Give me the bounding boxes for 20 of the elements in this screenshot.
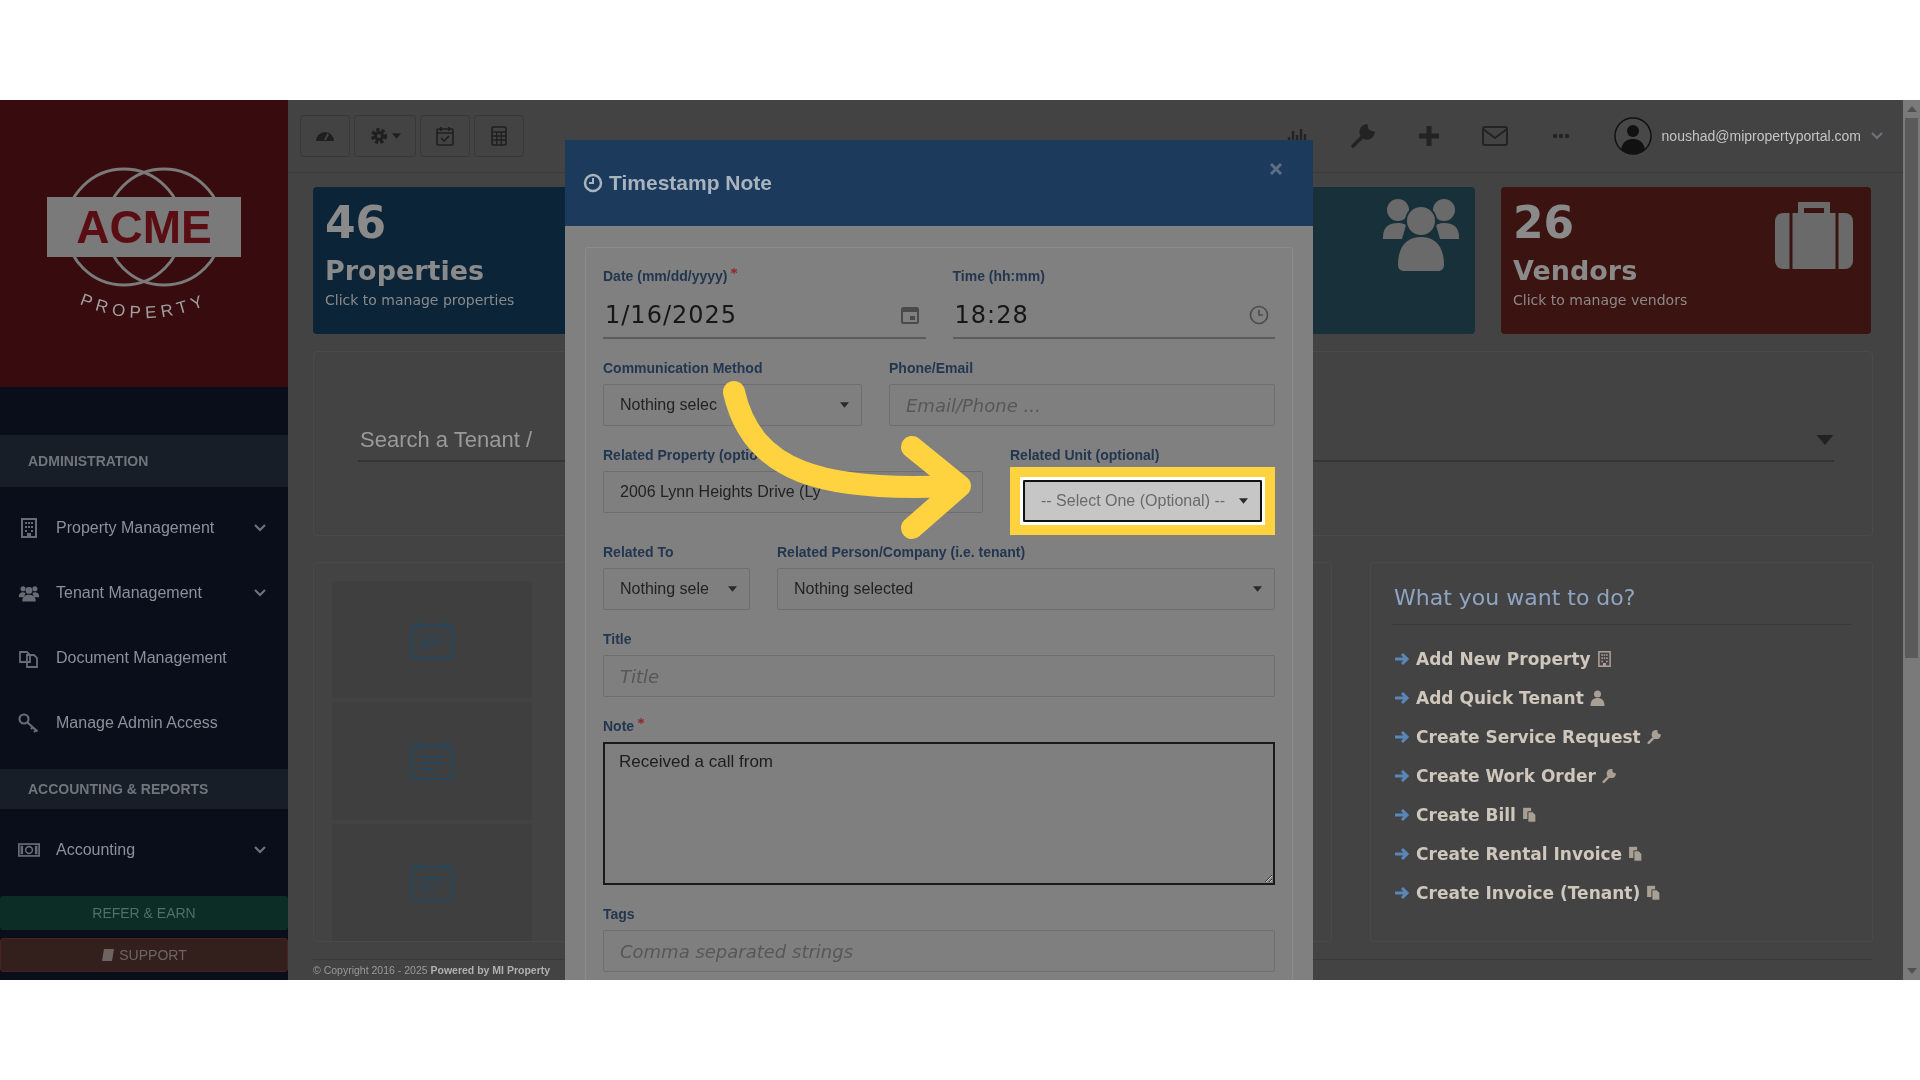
field-label: Related Unit (optional) [1010,447,1160,463]
field-label: Related Person/Company (i.e. tenant) [777,544,1026,560]
panel-title: What you want to do? [1391,563,1852,625]
card-count: 26 [1513,199,1575,248]
acme-logo: ACME PROPERTY [39,158,249,329]
card-label: Properties [325,255,485,287]
field-label: Related Property (optio [603,447,758,463]
card-count: 46 [325,199,387,248]
field-label: Title [603,631,632,647]
field-label: Time (hh:mm) [952,268,1045,284]
section-heading: ADMINISTRATION [0,435,288,487]
field-label: Phone/Email [889,360,974,376]
card-hint: Click to manage properties [325,292,515,309]
field-label: Note [603,718,635,734]
card-hint: Click to manage vendors [1513,292,1688,309]
field-label: Tags [603,906,635,922]
card-label: Vendors [1513,255,1638,287]
field-label: Related To [603,544,674,560]
field-label: Communication Method [603,360,763,376]
section-heading: ACCOUNTING & REPORTS [0,769,288,809]
